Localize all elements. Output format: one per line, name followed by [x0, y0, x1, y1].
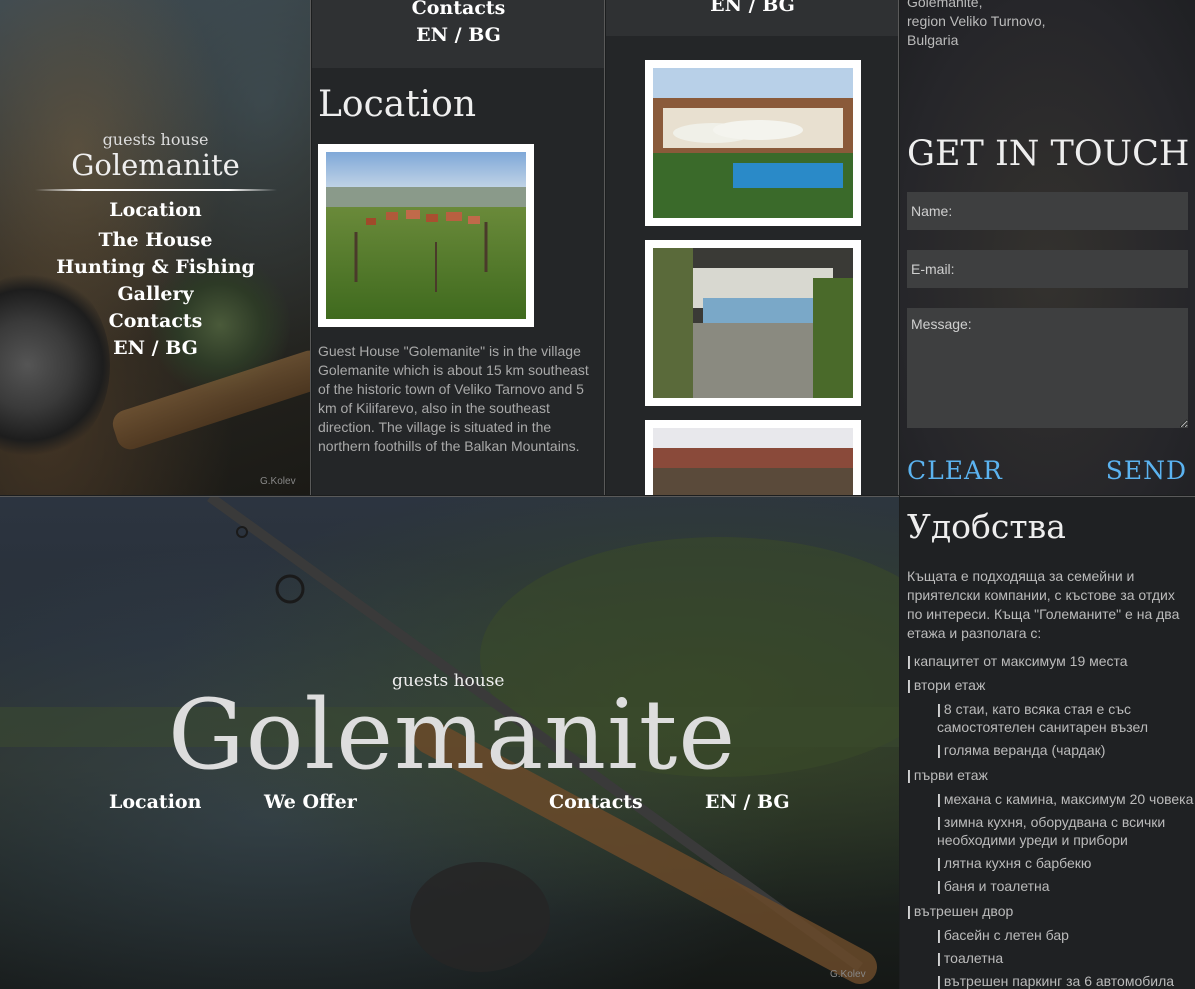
address-line-village: Golemanite,: [907, 0, 983, 10]
clear-button[interactable]: CLEAR: [907, 456, 1003, 485]
village-photo[interactable]: [318, 144, 534, 327]
hero-nav-language[interactable]: EN / BG: [705, 791, 790, 813]
gallery-photo-2[interactable]: [645, 240, 861, 406]
list-item: | лятна кухня с барбекю: [937, 855, 1092, 871]
list-item: | механа с камина, максимум 20 човека: [937, 791, 1194, 807]
list-item: | тоалетна: [937, 950, 1004, 966]
list-item: | вътрешен паркинг за 6 автомобила: [937, 973, 1175, 989]
sidebar-item-contacts[interactable]: Contacts: [0, 310, 310, 332]
amenities-heading: Удобства: [907, 507, 1066, 546]
gallery-language-link[interactable]: EN / BG: [606, 0, 898, 16]
hero-photo-credit: G.Kolev: [830, 969, 866, 980]
list-item: необходими уреди и прибори: [937, 832, 1128, 848]
message-field[interactable]: [907, 308, 1188, 428]
list-item: | вътрешен двор: [907, 903, 1014, 919]
list-item: | басейн с летен бар: [937, 927, 1069, 943]
sidebar-item-the-house[interactable]: The House: [0, 229, 310, 251]
gallery-panel: EN / BG: [606, 0, 899, 495]
list-item: | капацитет от максимум 19 места: [907, 653, 1128, 669]
list-item: | голяма веранда (чардак): [937, 742, 1106, 758]
courtyard-photo: [653, 428, 853, 495]
sidebar-item-language[interactable]: EN / BG: [0, 337, 310, 359]
list-item: | първи етаж: [907, 767, 988, 783]
hero-nav-we-offer[interactable]: We Offer: [264, 791, 357, 813]
hero-panel: guests house Golemanite Location We Offe…: [0, 496, 899, 989]
photo-credit: G.Kolev: [260, 476, 296, 487]
sidebar-title: Golemanite: [71, 148, 240, 182]
amenities-panel: Удобства Къщата е подходяща за семейни и…: [900, 496, 1195, 989]
hero-nav-contacts[interactable]: Contacts: [549, 791, 643, 813]
gallery-photo-1[interactable]: [645, 60, 861, 226]
contact-panel: Golemanite, region Veliko Turnovo, Bulga…: [900, 0, 1195, 495]
list-item: | 8 стаи, като всяка стая е със: [937, 701, 1131, 717]
amenities-intro: Къщата е подходяща за семейни и приятелс…: [907, 568, 1180, 641]
email-field[interactable]: [907, 250, 1188, 288]
sidebar-item-hunting-fishing[interactable]: Hunting & Fishing: [0, 256, 310, 278]
name-field[interactable]: [907, 192, 1188, 230]
location-panel: Contacts EN / BG Location Guest House "G…: [312, 0, 605, 495]
sidebar-tagline: guests house: [102, 130, 209, 149]
list-item: самостоятелен санитарен възел: [937, 719, 1149, 735]
location-topbar: Contacts EN / BG: [312, 0, 604, 68]
get-in-touch-heading: GET IN TOUCH: [907, 134, 1190, 174]
address-line-country: Bulgaria: [907, 32, 959, 48]
sidebar-divider: [35, 189, 277, 191]
village-photo-image: [326, 152, 526, 319]
topbar-contacts-link[interactable]: Contacts: [312, 0, 604, 19]
sidebar-item-location[interactable]: Location: [0, 199, 310, 221]
list-item: | баня и тоалетна: [937, 878, 1050, 894]
sidebar-item-gallery[interactable]: Gallery: [0, 283, 310, 305]
send-button[interactable]: SEND: [1106, 456, 1187, 485]
location-heading: Location: [318, 84, 477, 125]
list-item: | зимна кухня, оборудвана с всички: [937, 814, 1166, 830]
hero-title: Golemanite: [168, 679, 737, 791]
address-line-region: region Veliko Turnovo,: [907, 13, 1046, 29]
house-pool-photo: [653, 68, 853, 218]
location-description: Guest House "Golemanite" is in the villa…: [318, 343, 589, 454]
topbar-language-link[interactable]: EN / BG: [312, 24, 604, 46]
gallery-topbar: EN / BG: [606, 0, 898, 36]
gallery-photo-3[interactable]: [645, 420, 861, 495]
hero-nav-location[interactable]: Location: [109, 791, 201, 813]
address-block: Golemanite, region Veliko Turnovo, Bulga…: [907, 0, 1046, 50]
list-item: | втори етаж: [907, 677, 986, 693]
veranda-photo: [653, 248, 853, 398]
sidebar-panel: guests house Golemanite Location The Hou…: [0, 0, 311, 495]
